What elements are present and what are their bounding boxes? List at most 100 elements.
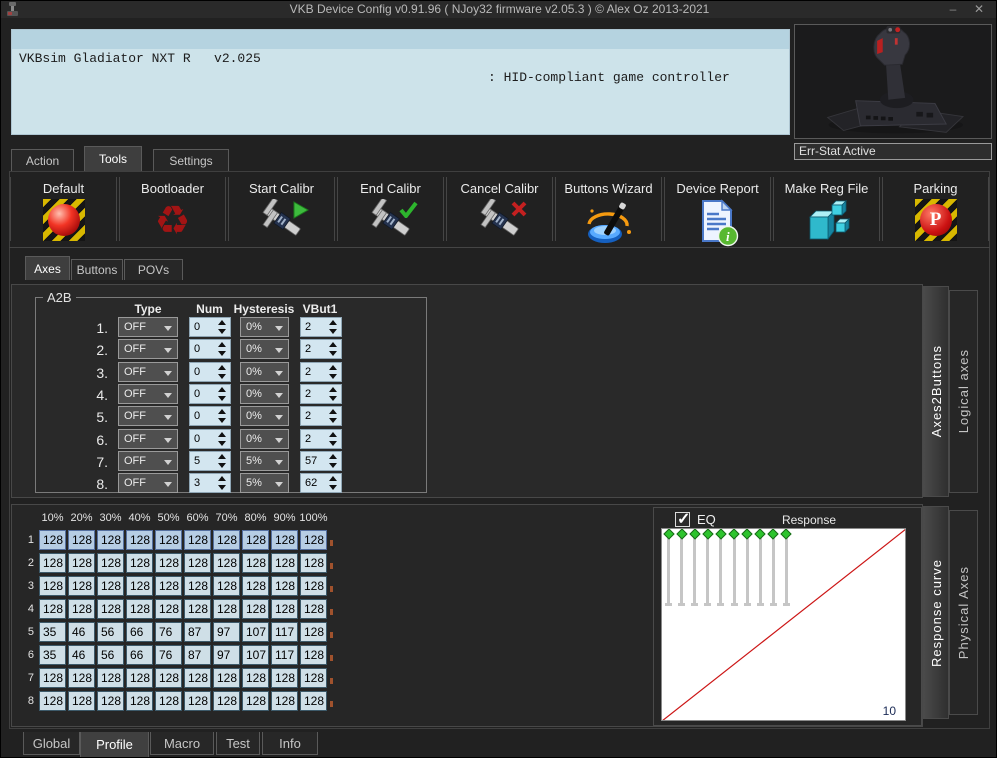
grid-cell[interactable]: 128 [68,530,95,550]
grid-cell[interactable]: 128 [68,691,95,711]
hysteresis-dropdown[interactable]: 0% [240,361,289,382]
type-dropdown[interactable]: OFF [118,473,178,494]
grid-cell[interactable]: 128 [126,691,153,711]
grid-cell[interactable]: 128 [242,576,269,596]
grid-cell[interactable]: 107 [242,622,269,642]
type-dropdown[interactable]: OFF [118,450,178,471]
close-button[interactable]: ✕ [968,1,990,17]
eq-slider-track[interactable] [771,537,775,603]
grid-cell[interactable]: 128 [271,576,298,596]
grid-cell[interactable]: 128 [184,691,211,711]
vbut1-spinner[interactable]: 57 [300,450,342,471]
grid-cell[interactable]: 128 [300,691,327,711]
grid-cell[interactable]: 117 [271,645,298,665]
grid-cell[interactable]: 128 [242,553,269,573]
grid-cell[interactable]: 87 [184,622,211,642]
side-tab-axes2buttons[interactable]: Axes2Buttons [923,286,949,497]
grid-cell[interactable]: 128 [39,599,66,619]
num-spinner[interactable]: 0 [189,361,231,382]
eq-slider-track[interactable] [693,537,697,603]
grid-cell[interactable]: 35 [39,622,66,642]
make-reg-file-button[interactable]: Make Reg File [773,177,880,241]
tab-tools[interactable]: Tools [84,146,142,171]
vbut1-spinner[interactable]: 2 [300,383,342,404]
eq-slider-track[interactable] [680,537,684,603]
type-dropdown[interactable]: OFF [118,383,178,404]
grid-cell[interactable]: 128 [271,691,298,711]
grid-cell[interactable]: 87 [184,645,211,665]
grid-cell[interactable]: 46 [68,622,95,642]
vbut1-spinner-arrows[interactable] [329,342,338,357]
tab-info[interactable]: Info [262,732,318,755]
vbut1-spinner[interactable]: 2 [300,339,342,360]
spin-up-icon[interactable] [218,476,226,482]
grid-cell[interactable]: 66 [126,622,153,642]
spin-down-icon[interactable] [329,440,337,446]
type-dropdown[interactable]: OFF [118,361,178,382]
spin-up-icon[interactable] [218,409,226,415]
eq-slider-track[interactable] [732,537,736,603]
grid-cell[interactable]: 128 [126,530,153,550]
grid-cell[interactable]: 128 [126,576,153,596]
grid-cell[interactable]: 128 [39,530,66,550]
grid-cell[interactable]: 128 [97,553,124,573]
spin-up-icon[interactable] [329,409,337,415]
grid-cell[interactable]: 128 [126,553,153,573]
spin-up-icon[interactable] [218,386,226,392]
tab-axes[interactable]: Axes [25,256,70,280]
tab-action[interactable]: Action [11,149,74,171]
num-spinner-arrows[interactable] [218,386,227,401]
type-dropdown[interactable]: OFF [118,406,178,427]
grid-cell[interactable]: 128 [184,599,211,619]
buttons-wizard-button[interactable]: Buttons Wizard [555,177,662,243]
grid-cell[interactable]: 76 [155,645,182,665]
grid-cell[interactable]: 128 [242,691,269,711]
num-spinner[interactable]: 0 [189,383,231,404]
grid-cell[interactable]: 128 [184,530,211,550]
grid-cell[interactable]: 128 [300,530,327,550]
spin-down-icon[interactable] [329,329,337,334]
grid-cell[interactable]: 128 [271,553,298,573]
grid-cell[interactable]: 97 [213,645,240,665]
vbut1-spinner-arrows[interactable] [329,476,338,491]
hysteresis-dropdown[interactable]: 0% [240,317,289,337]
tab-global[interactable]: Global [23,732,80,755]
device-report-button[interactable]: Device Report i [664,177,771,247]
side-tab-response-curve[interactable]: Response curve [923,506,949,719]
device-info-row[interactable]: VKBsim Gladiator NXT R v2.025 : HID-comp… [12,30,789,85]
minimize-button[interactable]: – [942,1,964,17]
grid-cell[interactable]: 128 [213,576,240,596]
eq-slider-track[interactable] [719,537,723,603]
grid-cell[interactable]: 128 [300,553,327,573]
grid-cell[interactable]: 46 [68,645,95,665]
eq-slider-track[interactable] [745,537,749,603]
hysteresis-dropdown[interactable]: 0% [240,383,289,404]
spin-down-icon[interactable] [329,485,337,491]
vbut1-spinner-arrows[interactable] [329,431,338,446]
type-dropdown[interactable]: OFF [118,317,178,337]
grid-cell[interactable]: 128 [155,599,182,619]
num-spinner[interactable]: 0 [189,428,231,449]
eq-slider-track[interactable] [667,537,670,603]
side-tab-physical-axes[interactable]: Physical Axes [949,510,978,715]
grid-cell[interactable]: 128 [184,576,211,596]
spin-up-icon[interactable] [218,364,226,370]
grid-cell[interactable]: 128 [242,668,269,688]
grid-cell[interactable]: 128 [126,599,153,619]
spin-down-icon[interactable] [329,351,337,357]
grid-cell[interactable]: 128 [97,691,124,711]
hysteresis-dropdown[interactable]: 5% [240,473,289,494]
cancel-calibr-button[interactable]: Cancel Calibr [446,177,553,241]
grid-cell[interactable]: 128 [155,576,182,596]
grid-cell[interactable]: 128 [97,576,124,596]
eq-slider-track[interactable] [758,537,762,603]
grid-cell[interactable]: 128 [213,553,240,573]
num-spinner-arrows[interactable] [218,409,227,424]
spin-up-icon[interactable] [329,364,337,370]
spin-down-icon[interactable] [218,418,226,424]
num-spinner[interactable]: 0 [189,406,231,427]
grid-cell[interactable]: 128 [271,668,298,688]
tab-profile[interactable]: Profile [80,732,149,757]
num-spinner[interactable]: 5 [189,450,231,471]
hysteresis-dropdown[interactable]: 0% [240,406,289,427]
